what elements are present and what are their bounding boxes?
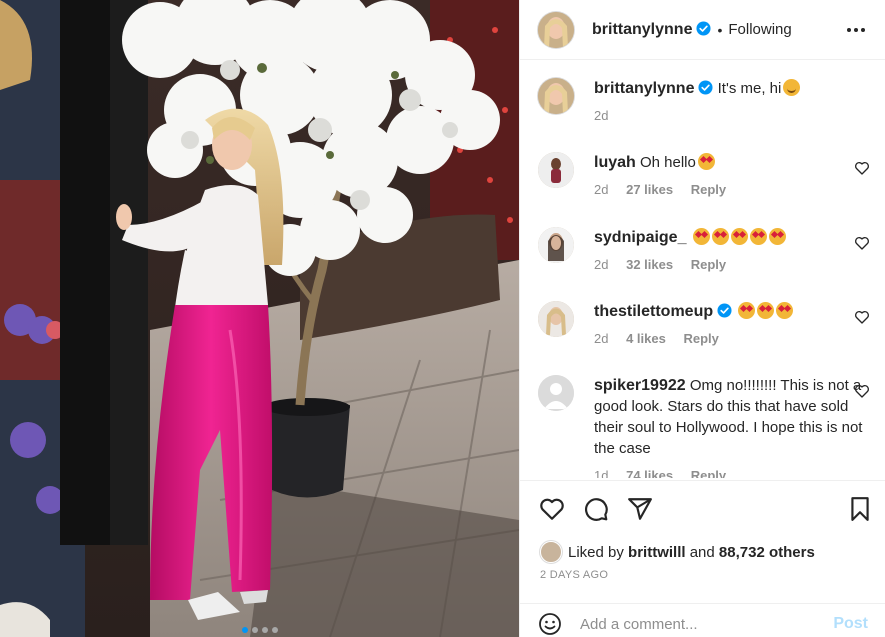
- star-struck-emoji-icon: [749, 228, 767, 245]
- post-detail-panel: brittanylynne • Following brittanylynne …: [519, 0, 885, 637]
- star-struck-emoji-icon: [692, 228, 710, 245]
- comment-item: spiker19922 Omg no!!!!!!!! This is not a…: [538, 375, 870, 478]
- bookmark-icon[interactable]: [847, 496, 873, 522]
- comment-text: Oh hello: [639, 154, 696, 171]
- comment-emojis: [736, 302, 794, 320]
- caption-time[interactable]: 2d: [594, 108, 608, 123]
- commenter-avatar[interactable]: [538, 227, 574, 263]
- comment-reply-button[interactable]: Reply: [691, 182, 726, 197]
- comment-time[interactable]: 2d: [594, 257, 608, 272]
- comment-username[interactable]: luyah: [594, 154, 636, 171]
- star-struck-emoji-icon: [757, 302, 775, 319]
- commenter-avatar[interactable]: [538, 301, 574, 337]
- comment-likes[interactable]: 32 likes: [626, 257, 673, 272]
- comment-time[interactable]: 1d: [594, 468, 608, 478]
- comment-reply-button[interactable]: Reply: [691, 468, 726, 478]
- liked-by-and: and: [689, 543, 715, 561]
- comment-reply-button[interactable]: Reply: [683, 331, 718, 346]
- comment-likes[interactable]: 4 likes: [626, 331, 666, 346]
- post-comment-button[interactable]: Post: [833, 615, 868, 633]
- comment-emojis: [691, 228, 786, 246]
- liked-by-others[interactable]: 88,732 others: [719, 544, 815, 561]
- comment-username[interactable]: spiker19922: [594, 377, 686, 394]
- liker-avatar[interactable]: [540, 541, 562, 563]
- star-struck-emoji-icon: [697, 153, 715, 170]
- more-options-icon[interactable]: [844, 18, 868, 42]
- photo-image: [0, 0, 519, 637]
- post-time[interactable]: 2 DAYS AGO: [540, 569, 608, 581]
- comment-like-heart-icon[interactable]: [854, 383, 870, 399]
- comment-item: thestilettomeup 2d 4 likes Reply: [538, 301, 870, 349]
- comment-reply-button[interactable]: Reply: [691, 257, 726, 272]
- post-caption: brittanylynne It's me, hi 2d: [538, 78, 870, 126]
- comment-likes[interactable]: 27 likes: [626, 182, 673, 197]
- comment-composer: Post: [520, 603, 885, 637]
- commenter-avatar[interactable]: [538, 152, 574, 188]
- comment-like-heart-icon[interactable]: [854, 309, 870, 325]
- carousel-dot[interactable]: [271, 627, 278, 633]
- caption-avatar[interactable]: [538, 78, 574, 114]
- commenter-avatar[interactable]: [538, 375, 574, 411]
- comments-list[interactable]: brittanylynne It's me, hi 2d luyah Oh he…: [520, 62, 885, 478]
- header-separator: •: [717, 21, 723, 38]
- star-struck-emoji-icon: [730, 228, 748, 245]
- star-struck-emoji-icon: [776, 302, 794, 319]
- comment-time[interactable]: 2d: [594, 182, 608, 197]
- comment-item: luyah Oh hello 2d 27 likes Reply: [538, 152, 870, 200]
- author-avatar[interactable]: [538, 11, 574, 48]
- share-icon[interactable]: [627, 496, 653, 522]
- post-photo[interactable]: [0, 0, 519, 637]
- liked-by-user[interactable]: brittwilll: [628, 544, 686, 561]
- verified-icon: [698, 80, 713, 95]
- comment-username[interactable]: sydnipaige_: [594, 229, 686, 246]
- comment-item: sydnipaige_ 2d 32 likes Reply: [538, 227, 870, 275]
- comment-likes[interactable]: 74 likes: [626, 468, 673, 478]
- star-struck-emoji-icon: [768, 228, 786, 245]
- like-heart-icon[interactable]: [539, 496, 565, 522]
- comment-icon[interactable]: [583, 496, 609, 522]
- carousel-dot[interactable]: [241, 627, 248, 633]
- star-struck-emoji-icon: [738, 302, 756, 319]
- verified-icon: [717, 303, 732, 318]
- post-actions: Liked by brittwilll and 88,732 others 2 …: [520, 480, 885, 637]
- smile-emoji-icon: [783, 79, 801, 96]
- carousel-dot[interactable]: [261, 627, 268, 633]
- comment-like-heart-icon[interactable]: [854, 235, 870, 251]
- liked-by-prefix: Liked by: [568, 543, 624, 561]
- caption-username[interactable]: brittanylynne: [594, 80, 694, 97]
- post-header: brittanylynne • Following: [520, 0, 885, 60]
- verified-icon: [692, 20, 711, 39]
- comment-input[interactable]: [580, 615, 834, 633]
- caption-text: It's me, hi: [717, 80, 782, 97]
- comment-time[interactable]: 2d: [594, 331, 608, 346]
- comment-username[interactable]: thestilettomeup: [594, 303, 713, 320]
- star-struck-emoji-icon: [711, 228, 729, 245]
- emoji-icon[interactable]: [538, 612, 562, 636]
- following-button[interactable]: Following: [728, 21, 791, 38]
- comment-like-heart-icon[interactable]: [854, 160, 870, 176]
- author-username[interactable]: brittanylynne: [592, 21, 692, 39]
- liked-by: Liked by brittwilll and 88,732 others: [540, 541, 815, 563]
- carousel-indicator: [0, 627, 519, 633]
- carousel-dot[interactable]: [251, 627, 258, 633]
